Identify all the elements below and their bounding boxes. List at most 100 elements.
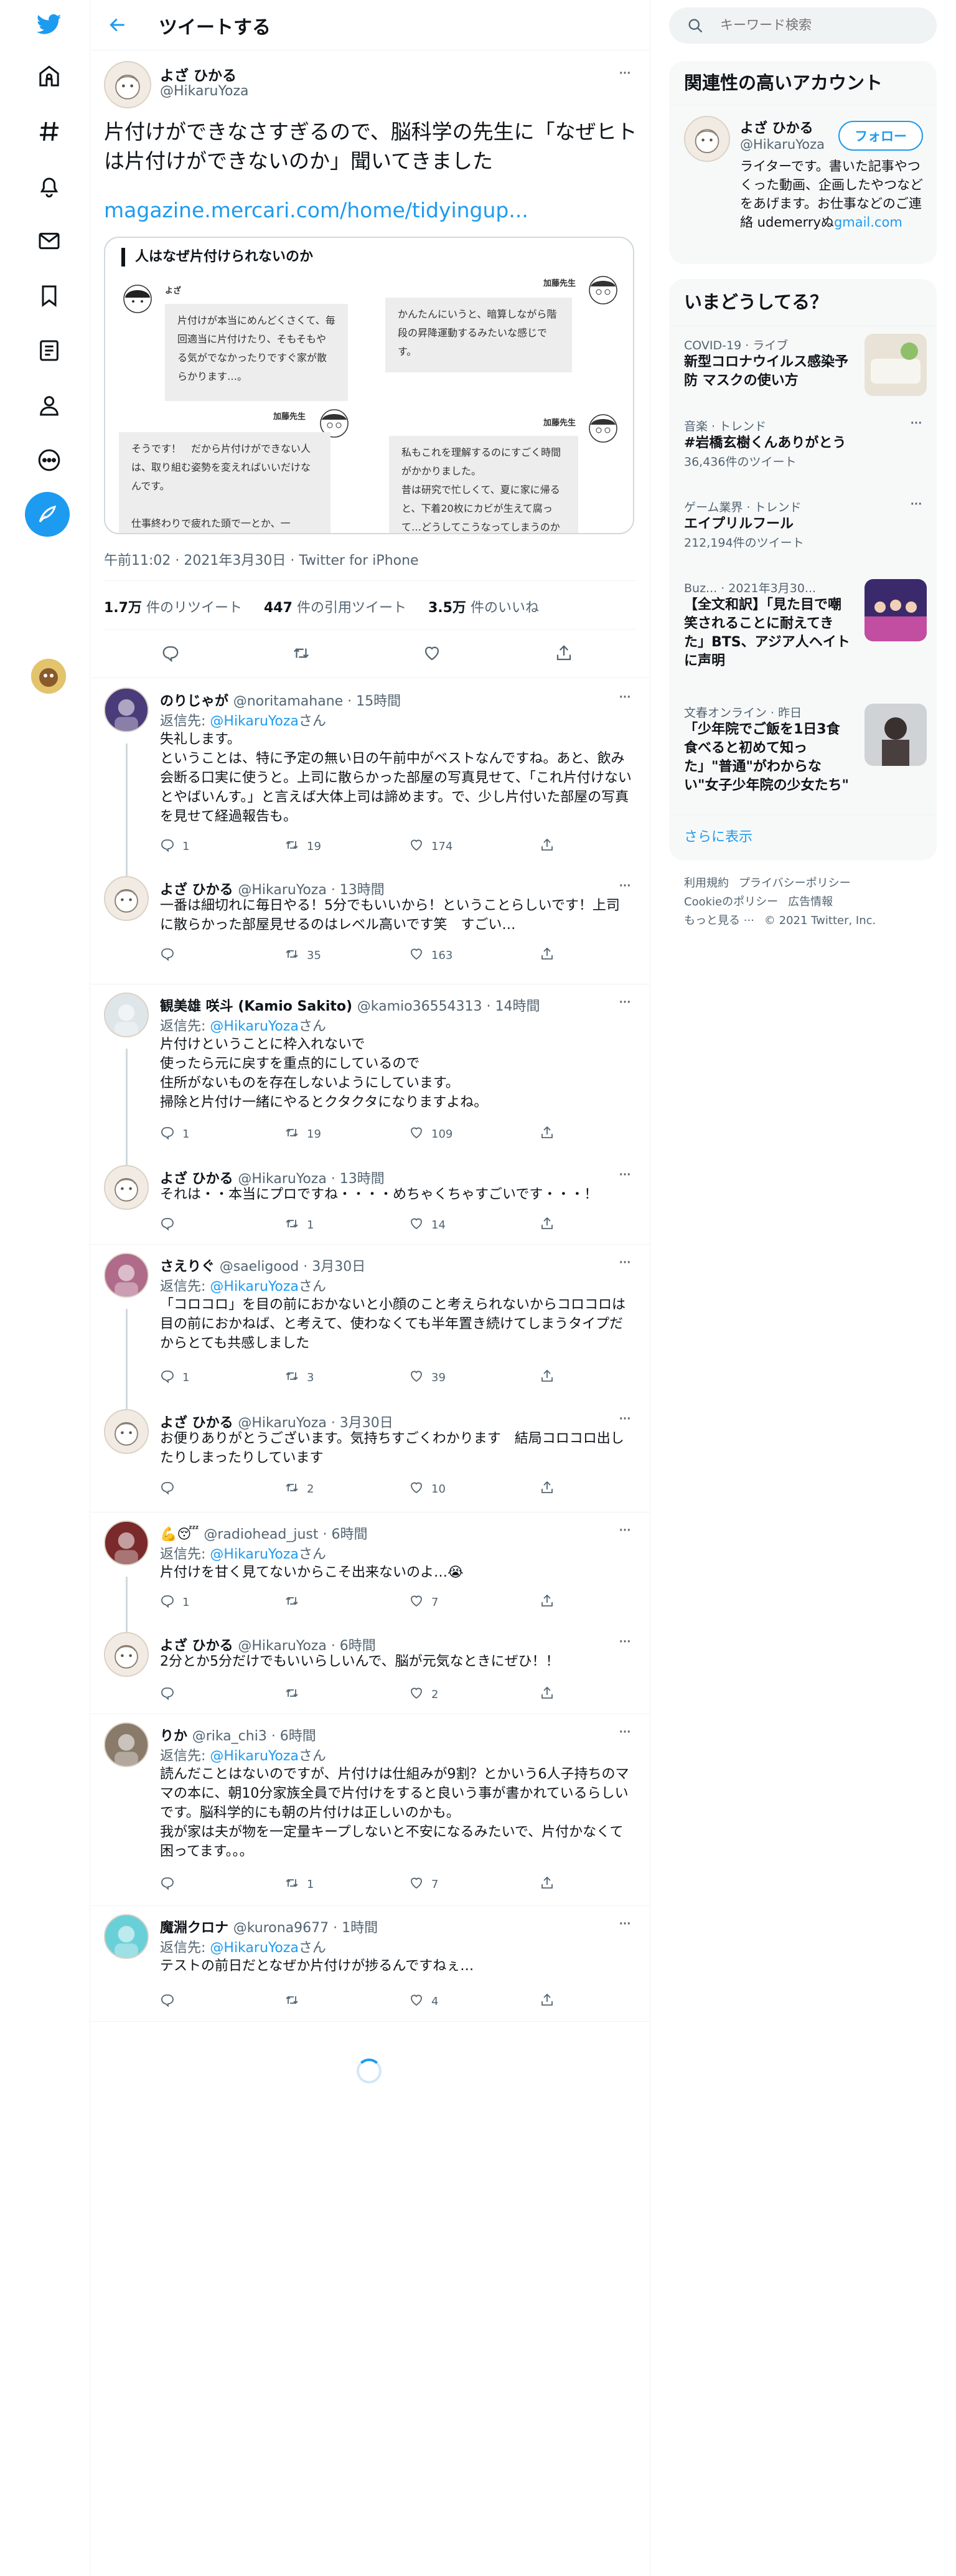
reply-button[interactable]: 1 xyxy=(160,837,189,856)
like-button[interactable]: 109 xyxy=(409,1125,452,1143)
profile-icon[interactable] xyxy=(27,384,71,427)
tweet-link[interactable]: magazine.mercari.com/home/tidyingup... xyxy=(104,198,528,222)
more-options-icon[interactable]: ··· xyxy=(613,993,635,1012)
reply-to-link[interactable]: @HikaruYoza xyxy=(210,1279,298,1295)
reply-button[interactable] xyxy=(160,946,182,965)
like-count[interactable]: 3.5万 件のいいね xyxy=(428,600,539,616)
twitter-logo-icon[interactable] xyxy=(27,2,71,46)
reply-avatar[interactable] xyxy=(104,1521,149,1565)
retweet-button[interactable]: 1 xyxy=(284,1875,314,1894)
bell-icon[interactable] xyxy=(27,164,71,208)
share-button[interactable] xyxy=(540,1686,555,1704)
reply-avatar[interactable] xyxy=(104,1253,149,1298)
hashtag-icon[interactable] xyxy=(27,110,71,153)
search-box[interactable] xyxy=(669,7,937,44)
more-options-icon[interactable]: ··· xyxy=(613,1166,635,1184)
more-options-icon[interactable]: ··· xyxy=(613,1410,635,1428)
follow-button[interactable]: フォロー xyxy=(838,121,923,151)
footer-link[interactable]: もっと見る ··· xyxy=(684,914,754,927)
compose-button[interactable] xyxy=(25,492,70,537)
like-button[interactable]: 10 xyxy=(409,1480,446,1498)
retweet-button[interactable] xyxy=(284,1686,307,1704)
like-button[interactable]: 163 xyxy=(409,946,452,965)
relevant-account-name[interactable]: よざ ひかる xyxy=(740,117,813,137)
trend-item[interactable]: 文春オンライン · 昨日 「少年院でご飯を1日3食食べると初めて知った」"普通"… xyxy=(684,704,927,795)
share-button[interactable] xyxy=(540,1125,555,1143)
relevant-account-avatar[interactable] xyxy=(684,116,730,162)
reply-tweet[interactable]: さえりぐ @saeligood · 3月30日 ··· 返信先: @HikaruYo… xyxy=(90,1244,650,1409)
reply-author[interactable]: さえりぐ @saeligood · 3月30日 xyxy=(160,1255,365,1275)
reply-avatar[interactable] xyxy=(104,1165,149,1210)
reply-button[interactable] xyxy=(160,1993,182,2011)
footer-link[interactable]: Cookieのポリシー xyxy=(684,895,778,908)
reply-to-link[interactable]: @HikaruYoza xyxy=(210,1547,298,1562)
share-button[interactable] xyxy=(540,946,555,965)
reply-to-link[interactable]: @HikaruYoza xyxy=(210,1940,298,1956)
more-options-icon[interactable]: ··· xyxy=(613,64,635,83)
more-circle-icon[interactable] xyxy=(27,438,71,482)
reply-to-link[interactable]: @HikaruYoza xyxy=(210,1019,298,1034)
retweet-button[interactable] xyxy=(284,1993,307,2011)
retweet-button[interactable]: 19 xyxy=(284,837,321,856)
reply-avatar[interactable] xyxy=(104,993,149,1037)
search-input[interactable] xyxy=(720,17,919,32)
retweet-button[interactable]: 35 xyxy=(284,946,321,965)
share-button[interactable] xyxy=(540,1875,555,1894)
footer-link[interactable]: 利用規約 xyxy=(684,877,729,890)
footer-link[interactable]: プライバシーポリシー xyxy=(739,877,851,890)
reply-avatar[interactable] xyxy=(104,1409,149,1454)
mail-icon[interactable] xyxy=(27,219,71,263)
reply-button[interactable] xyxy=(160,1480,182,1498)
reply-button[interactable]: 1 xyxy=(160,1593,189,1611)
reply-author[interactable]: のりじゃが @noritamahane · 15時間 xyxy=(160,690,401,710)
reply-to-link[interactable]: @HikaruYoza xyxy=(210,714,298,729)
reply-tweet[interactable]: のりじゃが @noritamahane · 15時間 ··· 返信先: @Hikar… xyxy=(90,679,650,876)
reply-tweet[interactable]: よざ ひかる @HikaruYoza · 13時間 ··· 一番は細切れに毎日やる！… xyxy=(90,867,650,984)
like-button[interactable]: 174 xyxy=(409,837,452,856)
trend-item[interactable]: COVID-19 · ライブ 新型コロナウイルス感染予防 マスクの使い方 xyxy=(684,334,927,396)
share-button[interactable] xyxy=(540,1993,555,2011)
reply-avatar[interactable] xyxy=(104,687,149,732)
retweet-button[interactable] xyxy=(284,1593,307,1611)
bio-link[interactable]: gmail.com xyxy=(834,215,902,230)
list-icon[interactable] xyxy=(27,329,71,372)
retweet-button[interactable]: 1 xyxy=(284,1216,314,1234)
more-options-icon[interactable]: ··· xyxy=(613,1521,635,1540)
reply-button[interactable] xyxy=(160,1686,182,1704)
like-button[interactable]: 2 xyxy=(409,1686,438,1704)
reply-avatar[interactable] xyxy=(104,1722,149,1767)
reply-avatar[interactable] xyxy=(104,1914,149,1959)
bookmark-icon[interactable] xyxy=(27,274,71,318)
reply-tweet[interactable]: 💪😴 @radiohead_just · 6時間 ··· 返信先: @HikaruY… xyxy=(90,1512,650,1632)
footer-link[interactable]: 広告情報 xyxy=(788,895,833,908)
reply-author[interactable]: 💪😴 @radiohead_just · 6時間 xyxy=(160,1523,367,1543)
show-more-link[interactable]: さらに表示 xyxy=(684,826,752,846)
like-button[interactable]: 7 xyxy=(409,1593,438,1611)
share-button[interactable] xyxy=(540,1593,555,1611)
reply-tweet[interactable]: 観美雄 咲斗 (Kamio Sakito) @kamio36554313 · 1… xyxy=(90,984,650,1165)
share-button[interactable] xyxy=(540,1480,555,1498)
reply-tweet[interactable]: よざ ひかる @HikaruYoza · 6時間 ··· 2分とか5分だけでもいいら… xyxy=(90,1623,650,1714)
reply-to-link[interactable]: @HikaruYoza xyxy=(210,1748,298,1764)
reply-button[interactable]: 1 xyxy=(160,1369,189,1387)
reply-author[interactable]: 観美雄 咲斗 (Kamio Sakito) @kamio36554313 · 1… xyxy=(160,995,540,1015)
retweet-button[interactable]: 3 xyxy=(284,1369,314,1387)
reply-tweet[interactable]: よざ ひかる @HikaruYoza · 13時間 ··· それは・・本当にプロです… xyxy=(90,1156,650,1245)
author-handle[interactable]: @HikaruYoza xyxy=(160,83,248,99)
more-options-icon[interactable]: ··· xyxy=(904,495,927,514)
like-button[interactable]: 4 xyxy=(409,1993,438,2011)
share-button[interactable] xyxy=(540,837,555,856)
reply-button[interactable] xyxy=(160,1875,182,1894)
more-options-icon[interactable]: ··· xyxy=(613,1723,635,1742)
reply-avatar[interactable] xyxy=(104,876,149,921)
reply-author[interactable]: 魔淵クロナ @kurona9677 · 1時間 xyxy=(160,1917,378,1937)
share-button[interactable] xyxy=(540,1369,555,1387)
more-options-icon[interactable]: ··· xyxy=(904,414,927,433)
trend-item[interactable]: ゲーム業界 · トレンド エイプリルフール 212,194件のツイート ··· xyxy=(684,495,927,550)
relevant-account-handle[interactable]: @HikaruYoza xyxy=(740,137,825,152)
reply-button[interactable] xyxy=(160,1216,182,1234)
retweet-icon[interactable] xyxy=(289,641,313,665)
home-icon[interactable] xyxy=(27,55,71,98)
reply-icon[interactable] xyxy=(159,641,182,665)
like-icon[interactable] xyxy=(420,641,444,665)
